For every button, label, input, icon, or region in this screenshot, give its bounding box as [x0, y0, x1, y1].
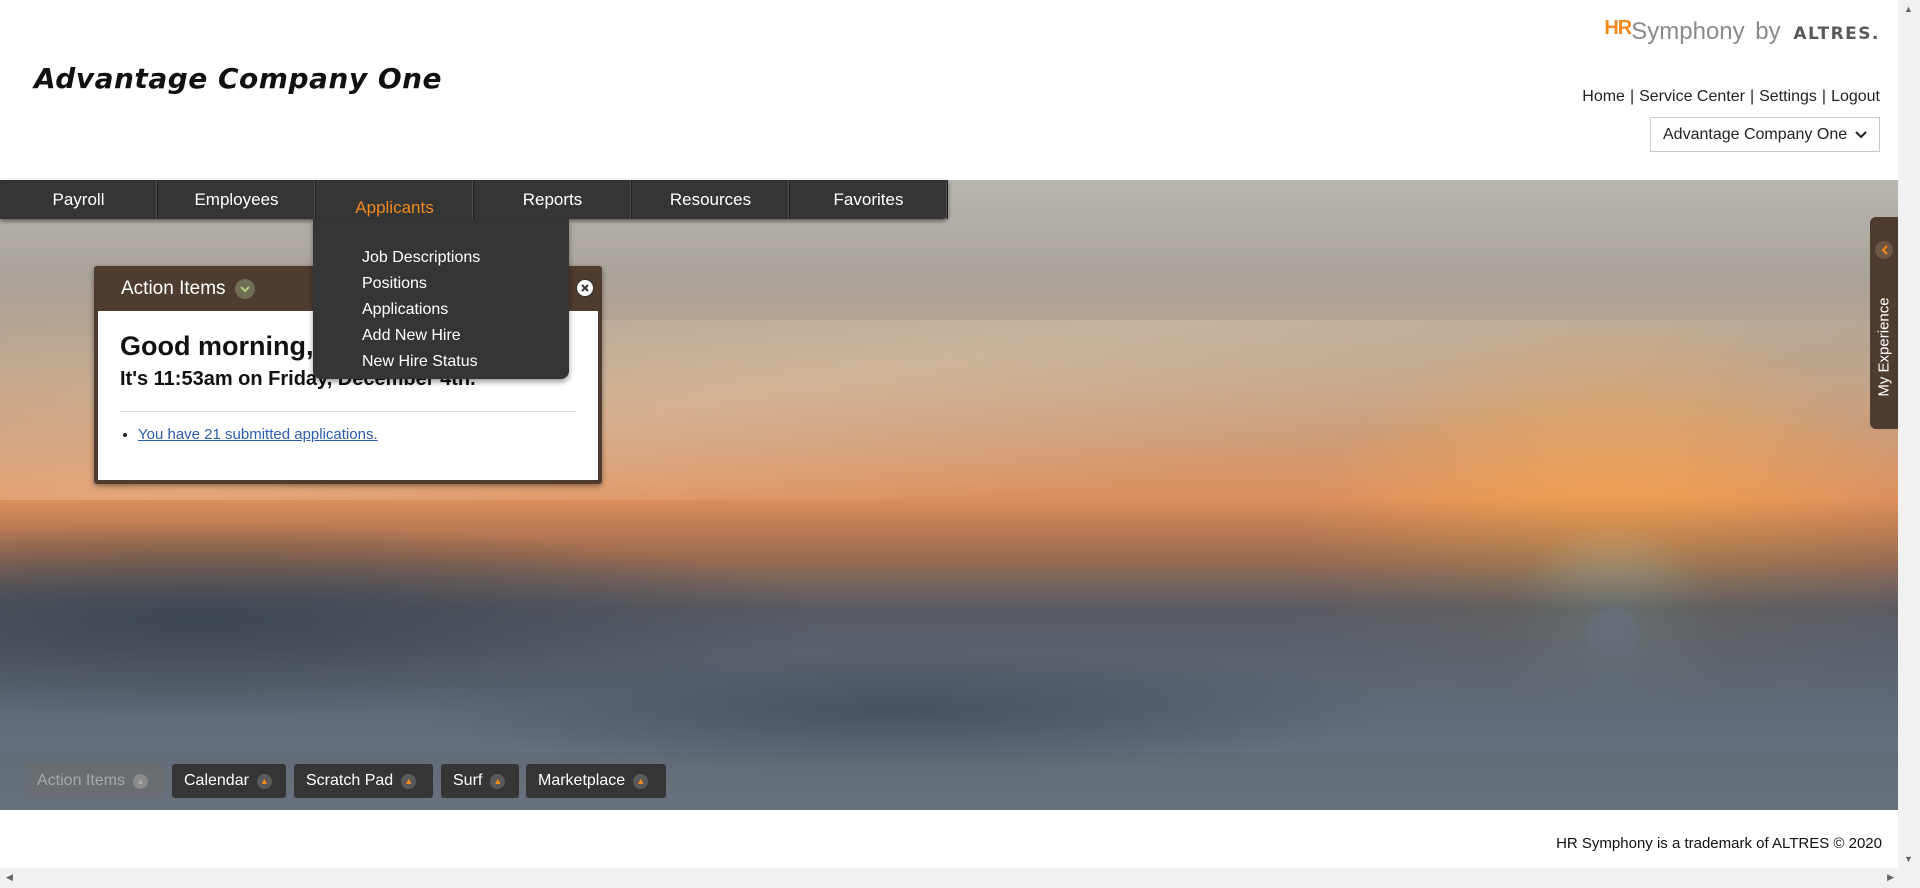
scroll-down-icon[interactable]: ▼: [1904, 854, 1913, 864]
menu-item-new-hire-status[interactable]: New Hire Status: [313, 349, 569, 375]
menu-item-positions[interactable]: Positions: [313, 271, 569, 297]
service-center-link[interactable]: Service Center: [1639, 88, 1745, 105]
chevron-up-icon: ▲: [490, 773, 506, 789]
menu-item-job-descriptions[interactable]: Job Descriptions: [313, 245, 569, 271]
widget-bar: Action Items ▲ Calendar ▲ Scratch Pad ▲ …: [0, 752, 1898, 810]
nav-reports[interactable]: Reports: [474, 180, 632, 219]
submitted-applications-link[interactable]: You have 21 submitted applications.: [138, 426, 378, 443]
horizontal-scrollbar[interactable]: ◀ ▶: [0, 868, 1920, 888]
my-experience-label: My Experience: [1875, 297, 1893, 397]
menu-item-applications[interactable]: Applications: [313, 297, 569, 323]
nav-employees[interactable]: Employees: [158, 180, 316, 219]
chevron-up-icon: ▲: [256, 773, 272, 789]
scroll-right-icon[interactable]: ▶: [1887, 872, 1894, 883]
scroll-left-icon[interactable]: ◀: [6, 872, 13, 883]
top-links: Home | Service Center | Settings | Logout: [1582, 88, 1880, 105]
applicants-dropdown: Job Descriptions Positions Applications …: [313, 219, 569, 379]
widget-tab-action-items[interactable]: Action Items ▲: [25, 764, 165, 798]
chevron-down-icon: [1855, 128, 1867, 142]
main-nav: Payroll Employees Applicants Reports Res…: [0, 180, 948, 230]
company-select[interactable]: Advantage Company One: [1650, 117, 1880, 152]
scroll-up-icon[interactable]: ▲: [1904, 4, 1913, 14]
chevron-up-icon: ▲: [133, 773, 149, 789]
hr-symphony-logo: HRSymphony by ALTRES.: [1604, 17, 1880, 45]
footer-trademark: HR Symphony is a trademark of ALTRES © 2…: [1556, 835, 1882, 852]
nav-favorites[interactable]: Favorites: [790, 180, 948, 219]
close-icon[interactable]: [576, 279, 594, 297]
home-link[interactable]: Home: [1582, 88, 1625, 105]
my-experience-tab[interactable]: My Experience: [1870, 217, 1898, 429]
collapse-chevron-icon[interactable]: [235, 279, 255, 299]
menu-item-add-new-hire[interactable]: Add New Hire: [313, 323, 569, 349]
chevron-up-icon: ▲: [633, 773, 649, 789]
chevron-up-icon: ▲: [401, 773, 417, 789]
settings-link[interactable]: Settings: [1759, 88, 1817, 105]
company-name: Advantage Company One: [34, 62, 443, 95]
company-select-value: Advantage Company One: [1663, 125, 1848, 143]
nav-resources[interactable]: Resources: [632, 180, 790, 219]
divider: [120, 411, 576, 412]
widget-tab-surf[interactable]: Surf ▲: [441, 764, 519, 798]
list-item: You have 21 submitted applications.: [138, 426, 576, 443]
widget-tab-scratch-pad[interactable]: Scratch Pad ▲: [294, 764, 433, 798]
chevron-left-icon[interactable]: [1875, 241, 1893, 259]
widget-tab-calendar[interactable]: Calendar ▲: [172, 764, 286, 798]
logout-link[interactable]: Logout: [1831, 88, 1880, 105]
widget-tab-marketplace[interactable]: Marketplace ▲: [526, 764, 666, 798]
vertical-scrollbar[interactable]: ▲ ▼: [1898, 0, 1920, 868]
action-list: You have 21 submitted applications.: [120, 426, 576, 443]
action-items-title: Action Items: [121, 278, 226, 299]
nav-payroll[interactable]: Payroll: [0, 180, 158, 219]
